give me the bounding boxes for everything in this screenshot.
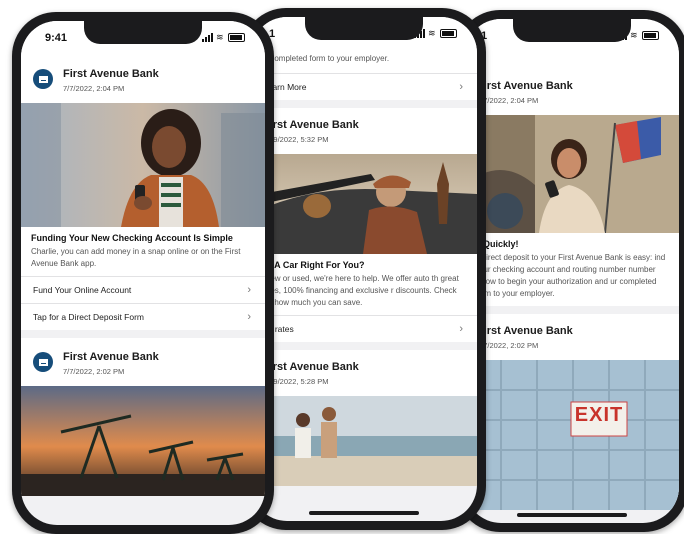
- bank-name: First Avenue Bank: [263, 119, 359, 131]
- signal-icon: [202, 33, 213, 42]
- home-indicator[interactable]: [88, 515, 198, 519]
- woman-with-phone-illustration: [21, 103, 265, 227]
- home-indicator[interactable]: [517, 513, 627, 517]
- card-header: First Avenue Bank 7/19/2022, 5:28 PM: [251, 352, 477, 396]
- message-date: 7/7/2022, 2:02 PM: [477, 341, 539, 350]
- man-in-car-image: [251, 154, 477, 254]
- message-card[interactable]: First Avenue Bank 7/19/2022, 5:32 PM ng …: [251, 108, 477, 342]
- message-card[interactable]: First Avenue Bank 7/7/2022, 2:04 PM: [465, 53, 679, 306]
- exit-sign: EXIT: [574, 404, 624, 426]
- card-header: First Avenue Bank 7/19/2022, 5:32 PM: [251, 110, 477, 154]
- card-header: First Avenue Bank 7/7/2022, 2:04 PM: [465, 71, 679, 115]
- message-headline: Funding Your New Checking Account Is Sim…: [31, 233, 233, 243]
- message-date: 7/7/2022, 2:04 PM: [477, 96, 539, 105]
- message-card[interactable]: First Avenue Bank 7/7/2022, 2:02 PM EXIT: [465, 314, 679, 510]
- message-card-continued[interactable]: ur completed form to your employer. Lear…: [251, 51, 477, 100]
- bank-logo-icon: [33, 69, 53, 89]
- message-card[interactable]: First Avenue Bank 7/7/2022, 2:02 PM: [21, 338, 265, 496]
- exit-sign-image: EXIT: [465, 360, 679, 510]
- feed[interactable]: ur completed form to your employer. Lear…: [251, 51, 477, 521]
- message-card[interactable]: First Avenue Bank 7/7/2022, 2:04 PM: [21, 55, 265, 330]
- woman-with-flag-illustration: [465, 115, 679, 233]
- bank-name: First Avenue Bank: [63, 351, 159, 363]
- link-label: Fund Your Online Account: [33, 285, 132, 295]
- bank-logo-icon: [33, 352, 53, 372]
- message-card[interactable]: First Avenue Bank 7/19/2022, 5:28 PM: [251, 350, 477, 486]
- phone-right: 1 ≋ First Avenue Bank 7/7/2022, 2:04 PM: [456, 10, 684, 532]
- bank-name: First Avenue Bank: [263, 361, 359, 373]
- direct-deposit-form-link[interactable]: Tap for a Direct Deposit Form ›: [21, 303, 265, 330]
- wifi-icon: ≋: [428, 28, 436, 38]
- couple-on-beach-image: [251, 396, 477, 486]
- card-header: First Avenue Bank 7/7/2022, 2:02 PM: [21, 342, 265, 386]
- wifi-icon: ≋: [630, 30, 638, 40]
- message-body: Charlie, you can add money in a snap onl…: [31, 247, 241, 268]
- fund-online-account-link[interactable]: Fund Your Online Account ›: [21, 276, 265, 303]
- woman-with-phone-image: [21, 103, 265, 227]
- bank-name: First Avenue Bank: [63, 68, 159, 80]
- message-body: p direct deposit to your First Avenue Ba…: [475, 253, 666, 298]
- tiled-wall-illustration: [465, 360, 679, 510]
- card-header: First Avenue Bank 7/7/2022, 2:04 PM: [21, 59, 265, 103]
- message-body: ur completed form to your employer.: [261, 54, 390, 63]
- link-label: Tap for a Direct Deposit Form: [33, 312, 145, 322]
- chevron-right-icon: ›: [247, 284, 251, 296]
- message-headline: ng A Car Right For You?: [261, 260, 365, 270]
- oil-pumpjacks-image: [21, 386, 265, 496]
- message-date: 7/7/2022, 2:04 PM: [63, 84, 125, 93]
- phone-left: 9:41 ≋ First Avenue Bank 7/7/2022, 2:04 …: [12, 12, 274, 534]
- phone-middle-screen: 1 ≋ ur completed form to your employer. …: [251, 17, 477, 521]
- bank-name: First Avenue Bank: [477, 325, 573, 337]
- feed[interactable]: First Avenue Bank 7/7/2022, 2:04 PM: [465, 53, 679, 523]
- message-body: r new or used, we're here to help. We of…: [261, 274, 459, 307]
- chevron-right-icon: ›: [459, 323, 463, 335]
- message-headline: d Quickly!: [475, 239, 519, 249]
- battery-icon: [642, 31, 659, 40]
- card-header: First Avenue Bank 7/7/2022, 2:02 PM: [465, 316, 679, 360]
- bank-name: First Avenue Bank: [477, 80, 573, 92]
- chevron-right-icon: ›: [247, 311, 251, 323]
- feed[interactable]: First Avenue Bank 7/7/2022, 2:04 PM: [21, 55, 265, 525]
- oil-pumpjack-illustration: [21, 386, 265, 496]
- phone-right-screen: 1 ≋ First Avenue Bank 7/7/2022, 2:04 PM: [465, 19, 679, 523]
- chevron-right-icon: ›: [459, 81, 463, 93]
- battery-icon: [228, 33, 245, 42]
- home-indicator[interactable]: [309, 511, 419, 515]
- notch: [513, 19, 631, 42]
- phone-middle: 1 ≋ ur completed form to your employer. …: [242, 8, 486, 530]
- learn-more-link[interactable]: Learn More ›: [251, 73, 477, 100]
- phone-left-screen: 9:41 ≋ First Avenue Bank 7/7/2022, 2:04 …: [21, 21, 265, 525]
- status-time: 9:41: [45, 32, 68, 44]
- loan-rates-link[interactable]: an rates ›: [251, 315, 477, 342]
- notch: [84, 21, 202, 44]
- car-with-dog-illustration: [251, 154, 477, 254]
- notch: [305, 17, 423, 40]
- woman-with-flag-image: [465, 115, 679, 233]
- battery-icon: [440, 29, 457, 38]
- status-icons: ≋: [202, 33, 245, 42]
- wifi-icon: ≋: [216, 32, 224, 42]
- beach-couple-illustration: [251, 396, 477, 486]
- message-date: 7/7/2022, 2:02 PM: [63, 367, 125, 376]
